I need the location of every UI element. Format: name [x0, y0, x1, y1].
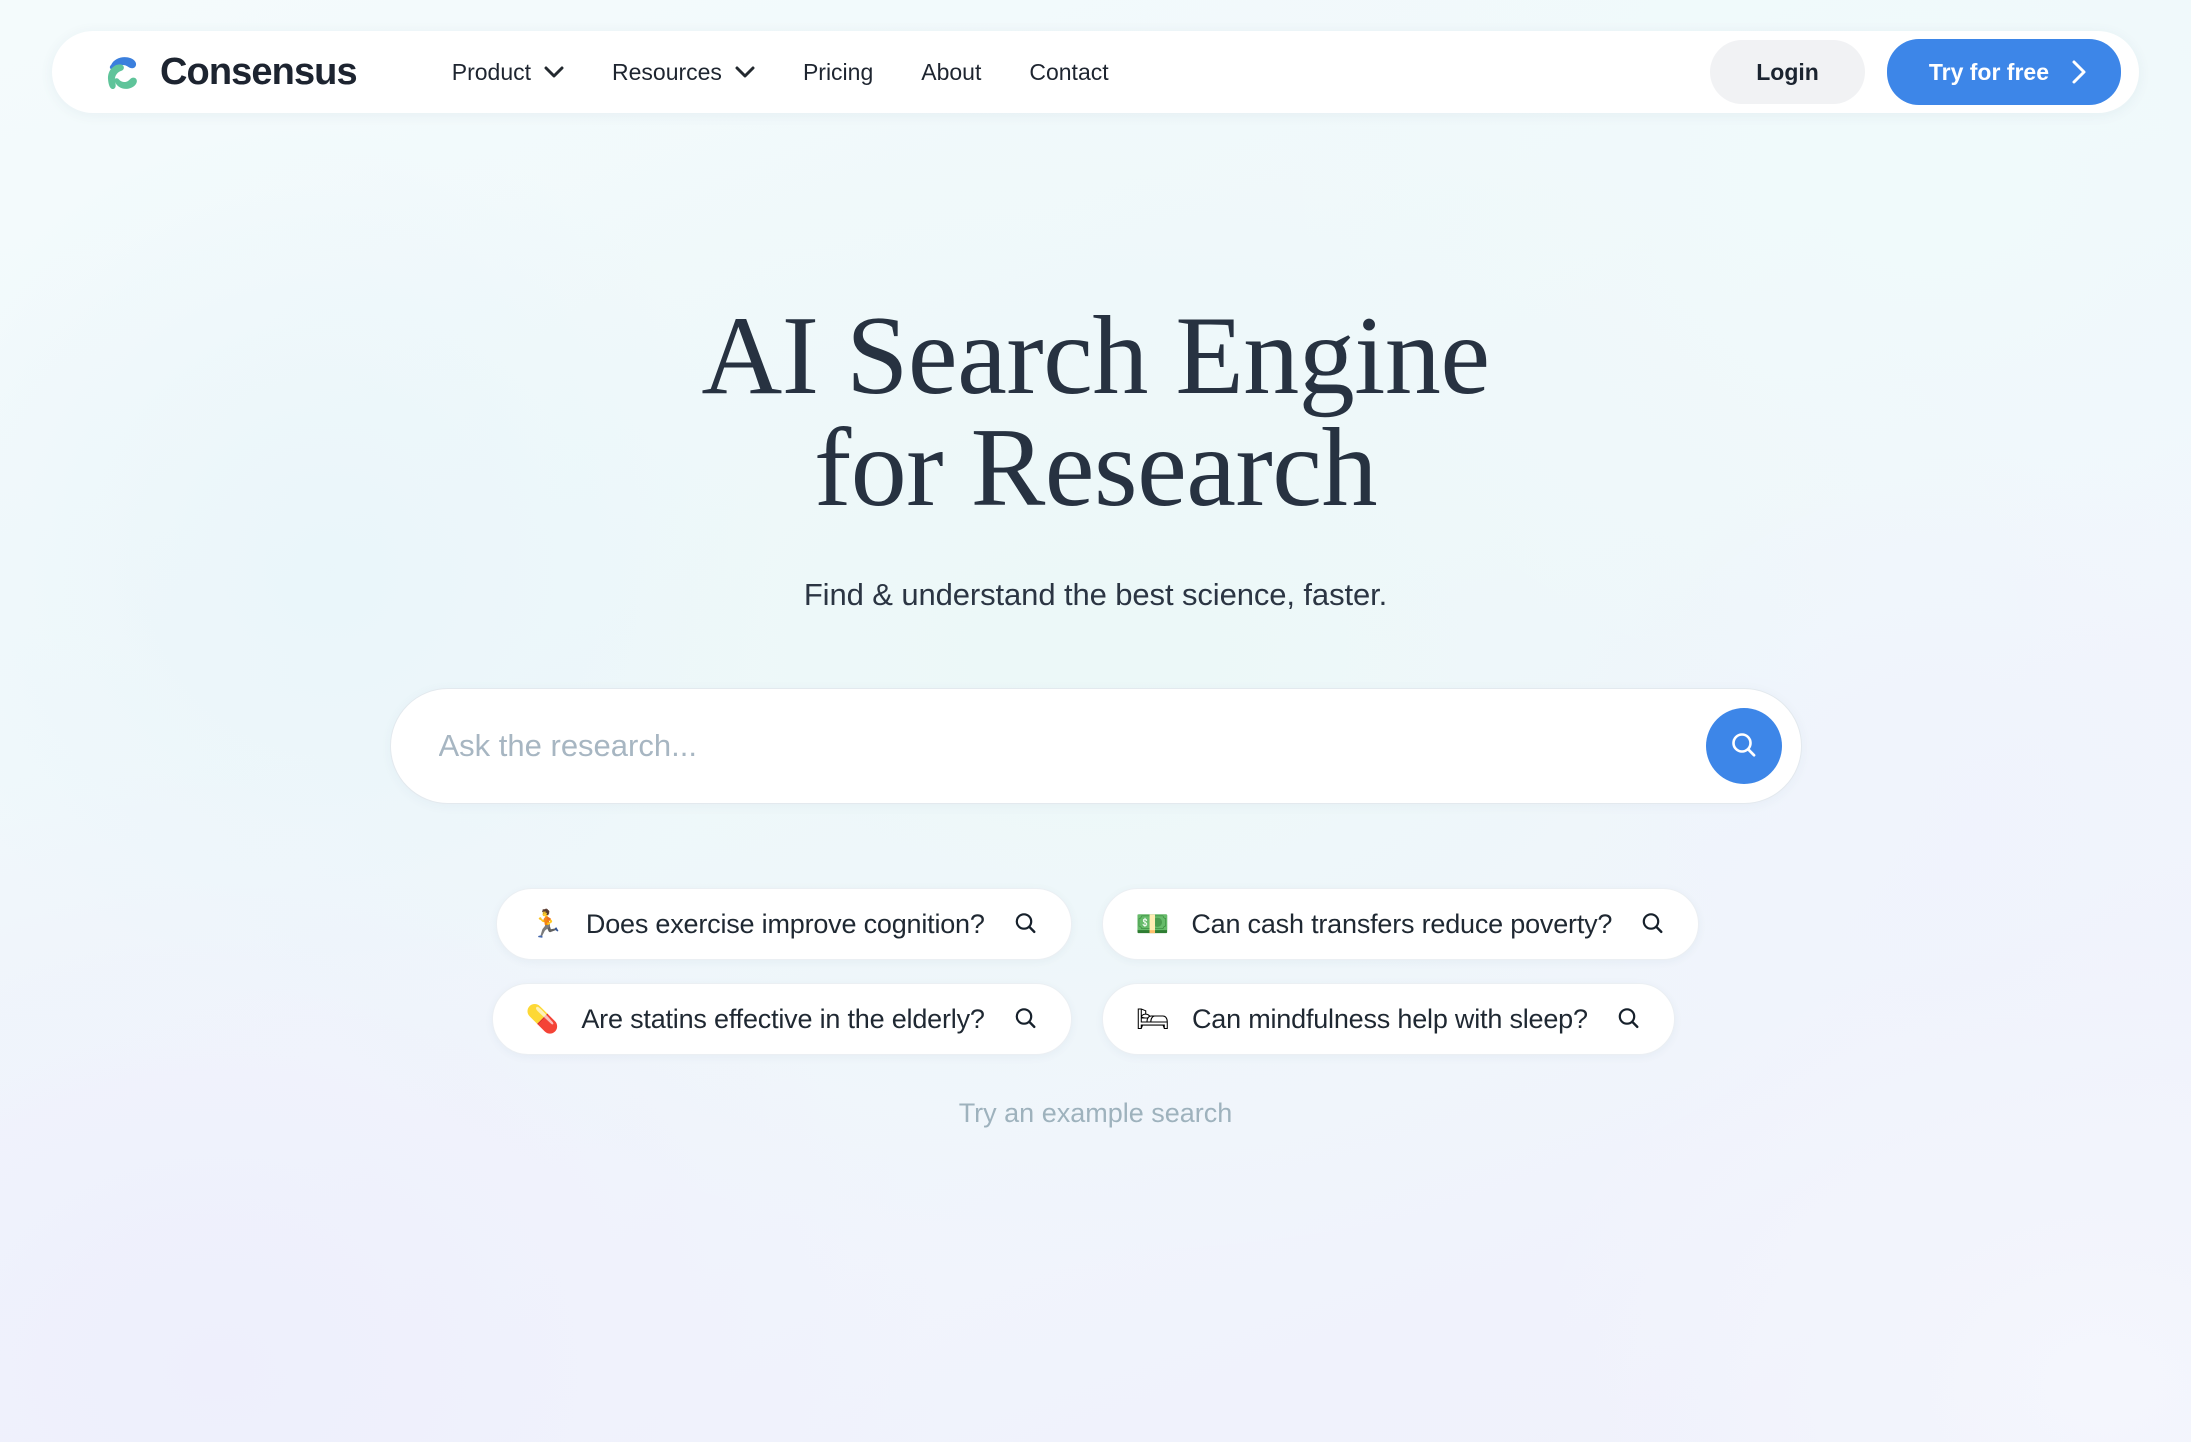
page-title: AI Search Engine for Research — [701, 294, 1490, 530]
nav-item-product[interactable]: Product — [450, 53, 566, 92]
consensus-c-logo-icon — [107, 57, 137, 90]
try-for-free-button[interactable]: Try for free — [1886, 39, 2121, 105]
example-chip-mindfulness[interactable]: 🛏 Can mindfulness help with sleep? — [1101, 983, 1675, 1055]
headline-line-1: AI Search Engine — [701, 294, 1490, 418]
example-chip-label: Can cash transfers reduce poverty? — [1191, 908, 1613, 939]
example-search-chips: 🏃 Does exercise improve cognition? 💵 Can… — [491, 888, 1700, 1055]
nav-item-label: Product — [451, 58, 531, 85]
banknote-emoji: 💵 — [1135, 908, 1170, 940]
search-icon — [1731, 733, 1755, 757]
search-icon — [1015, 1008, 1036, 1029]
search-input[interactable] — [438, 689, 1706, 803]
example-chip-label: Are statins effective in the elderly? — [581, 1003, 985, 1034]
nav-item-resources[interactable]: Resources — [610, 53, 757, 92]
runner-emoji: 🏃 — [530, 908, 564, 940]
try-example-caption[interactable]: Try an example search — [959, 1098, 1233, 1129]
pill-emoji: 💊 — [525, 1003, 560, 1035]
hero-section: AI Search Engine for Research Find & und… — [0, 300, 2191, 1129]
example-chip-label: Does exercise improve cognition? — [585, 908, 985, 939]
nav-item-label: Pricing — [802, 58, 874, 85]
example-chip-statins[interactable]: 💊 Are statins effective in the elderly? — [491, 983, 1072, 1055]
page-subtitle: Find & understand the best science, fast… — [803, 577, 1388, 612]
chevron-right-icon — [2072, 60, 2086, 84]
try-for-free-label: Try for free — [1928, 58, 2049, 85]
site-header: Consensus Product Resources Pricing Abou… — [52, 31, 2139, 113]
example-chip-cash-transfers[interactable]: 💵 Can cash transfers reduce poverty? — [1101, 888, 1700, 960]
chevron-down-icon — [735, 66, 755, 78]
brand-name: Consensus — [160, 51, 358, 93]
main-navigation: Product Resources Pricing About Contact — [450, 53, 1111, 92]
nav-item-label: Contact — [1029, 58, 1109, 85]
example-chip-label: Can mindfulness help with sleep? — [1191, 1003, 1588, 1034]
search-icon — [1618, 1008, 1639, 1029]
header-actions: Login Try for free — [1710, 39, 2121, 105]
search-icon — [1015, 913, 1036, 934]
nav-item-pricing[interactable]: Pricing — [801, 53, 875, 92]
nav-item-about[interactable]: About — [919, 53, 983, 92]
nav-item-label: Resources — [612, 58, 722, 85]
brand-logo-link[interactable]: Consensus — [98, 48, 358, 96]
nav-item-label: About — [921, 58, 982, 85]
chevron-down-icon — [544, 66, 564, 78]
headline-line-2: for Research — [813, 406, 1378, 530]
search-icon — [1642, 913, 1663, 934]
login-button[interactable]: Login — [1710, 40, 1865, 104]
search-submit-button[interactable] — [1705, 708, 1782, 784]
example-chip-exercise[interactable]: 🏃 Does exercise improve cognition? — [496, 888, 1072, 960]
bed-emoji: 🛏 — [1135, 1003, 1170, 1035]
search-bar[interactable] — [389, 688, 1802, 804]
nav-item-contact[interactable]: Contact — [1027, 53, 1110, 92]
